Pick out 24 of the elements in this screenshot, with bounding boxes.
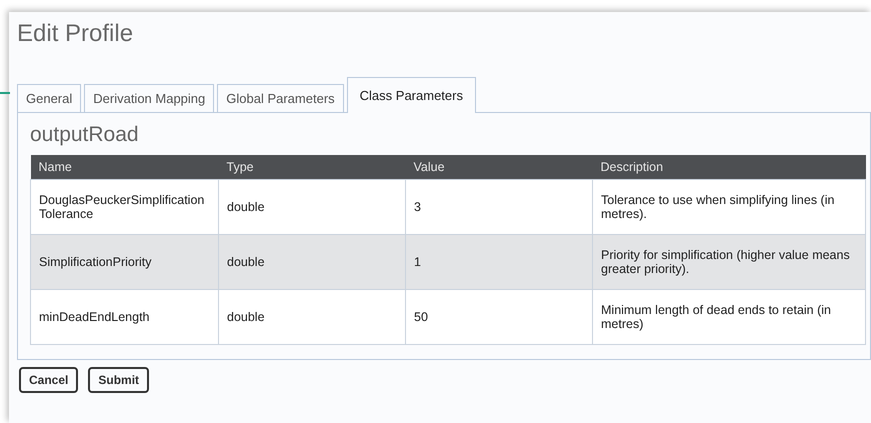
window-title: Edit Profile bbox=[17, 19, 134, 49]
table-cell: SimplificationPriority bbox=[30, 234, 218, 290]
column-header: Name bbox=[30, 155, 218, 180]
column-header: Value bbox=[406, 155, 592, 180]
column-header: Description bbox=[592, 155, 866, 180]
table-cell: double bbox=[218, 290, 406, 344]
column-header: Type bbox=[218, 155, 406, 180]
tab[interactable]: General bbox=[17, 84, 82, 112]
table-cell: double bbox=[218, 234, 406, 290]
table-cell: 50 bbox=[406, 290, 592, 344]
table-cell: Priority for simplification (higher value means greater priority). bbox=[592, 234, 866, 290]
table-cell: double bbox=[218, 180, 406, 234]
form-button[interactable]: Cancel bbox=[19, 367, 78, 393]
table-cell: Minimum length of dead ends to retain (in metres) bbox=[592, 290, 866, 344]
table-cell: Tolerance to use when simplifying lines (in metres). bbox=[592, 180, 866, 234]
tab[interactable]: Derivation Mapping bbox=[84, 84, 214, 112]
table-cell: DouglasPeuckerSimplificationTolerance bbox=[30, 180, 218, 234]
tab[interactable]: Class Parameters bbox=[346, 77, 476, 113]
tab[interactable]: Global Parameters bbox=[217, 84, 344, 112]
table-cell: minDeadEndLength bbox=[30, 290, 218, 344]
section-heading: outputRoad bbox=[30, 123, 140, 147]
table-cell: 3 bbox=[406, 180, 592, 234]
form-button[interactable]: Submit bbox=[88, 367, 150, 393]
table-cell: 1 bbox=[406, 234, 592, 290]
